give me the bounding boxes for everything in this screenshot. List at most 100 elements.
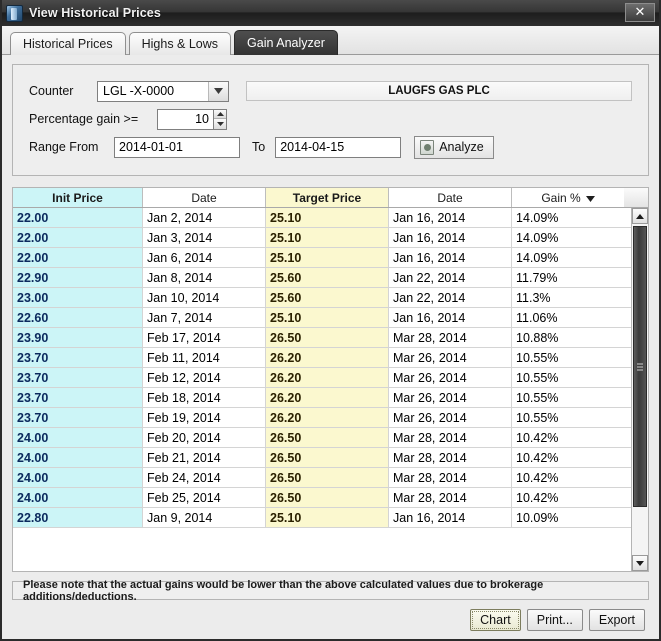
table-row[interactable]: 22.60 Jan 7, 2014 25.10 Jan 16, 2014 11.06% [13, 308, 631, 328]
table-row[interactable]: 22.80 Jan 9, 2014 25.10 Jan 16, 2014 10.09% [13, 508, 631, 528]
range-from-input[interactable]: 2014-01-01 [114, 136, 240, 158]
column-target-date[interactable]: Date [389, 188, 512, 207]
table-row[interactable]: 23.00 Jan 10, 2014 25.60 Jan 22, 2014 11.3% [13, 288, 631, 308]
tab-historical-prices[interactable]: Historical Prices [10, 32, 126, 55]
print-button-label: Print... [536, 613, 573, 627]
column-gain-percent-cell: 11.06% [512, 308, 624, 327]
chart-button[interactable]: Chart [470, 609, 521, 631]
stepper-buttons [213, 108, 227, 130]
column-init-date-cell: Jan 9, 2014 [143, 508, 266, 527]
column-init-price-cell: 22.00 [13, 228, 143, 247]
tab-gain-analyzer[interactable]: Gain Analyzer [234, 30, 338, 55]
column-target-date-cell: Mar 28, 2014 [389, 488, 512, 507]
column-init-date[interactable]: Date [143, 188, 266, 207]
column-init-date-cell: Jan 7, 2014 [143, 308, 266, 327]
table-row[interactable]: 22.00 Jan 6, 2014 25.10 Jan 16, 2014 14.09% [13, 248, 631, 268]
column-target-date-cell: Mar 28, 2014 [389, 468, 512, 487]
column-target-price-cell: 25.10 [266, 308, 389, 327]
table-row[interactable]: 23.70 Feb 11, 2014 26.20 Mar 26, 2014 10.55% [13, 348, 631, 368]
criteria-group: Counter LGL -X-0000 LAUGFS GAS PLC Perce… [12, 64, 649, 176]
footer-button-bar: Chart Print... Export [12, 609, 649, 631]
table-row[interactable]: 23.70 Feb 19, 2014 26.20 Mar 26, 2014 10.55% [13, 408, 631, 428]
column-gain-percent-cell: 10.09% [512, 508, 624, 527]
column-init-date-cell: Feb 20, 2014 [143, 428, 266, 447]
column-init-price-cell: 24.00 [13, 448, 143, 467]
table-rows[interactable]: 22.00 Jan 2, 2014 25.10 Jan 16, 2014 14.09% 2… [13, 208, 631, 571]
counter-selected-value: LGL -X-0000 [103, 84, 175, 98]
date-range-row: Range From 2014-01-01 To 2014-04-15 Anal… [29, 133, 632, 161]
column-init-price-cell: 23.70 [13, 368, 143, 387]
table-row[interactable]: 23.70 Feb 18, 2014 26.20 Mar 26, 2014 10.55% [13, 388, 631, 408]
scrollbar-track[interactable] [632, 224, 648, 555]
close-icon[interactable]: ✕ [625, 3, 655, 22]
table-row[interactable]: 22.00 Jan 2, 2014 25.10 Jan 16, 2014 14.09% [13, 208, 631, 228]
counter-select[interactable]: LGL -X-0000 [97, 80, 229, 102]
print-button[interactable]: Print... [526, 609, 583, 631]
export-button[interactable]: Export [588, 609, 645, 631]
range-to-input[interactable]: 2014-04-15 [275, 136, 402, 158]
column-gain-percent-cell: 10.42% [512, 428, 624, 447]
caret-up-icon[interactable] [214, 109, 226, 119]
tab-label: Highs & Lows [141, 37, 219, 51]
percentage-gain-input[interactable]: 10 [157, 108, 213, 130]
tab-label: Historical Prices [23, 37, 113, 51]
column-init-date-cell: Feb 21, 2014 [143, 448, 266, 467]
table-header-row: Init Price Date Target Price Date Gain % [13, 188, 648, 208]
table-row[interactable]: 24.00 Feb 24, 2014 26.50 Mar 28, 2014 10.42% [13, 468, 631, 488]
column-target-price-cell: 26.50 [266, 488, 389, 507]
column-init-price-cell: 23.70 [13, 388, 143, 407]
scrollbar-thumb[interactable] [633, 226, 647, 508]
column-gain-percent-cell: 10.55% [512, 348, 624, 367]
column-init-date-cell: Feb 24, 2014 [143, 468, 266, 487]
column-target-price[interactable]: Target Price [266, 188, 389, 207]
column-gain-percent-cell: 14.09% [512, 228, 624, 247]
column-gain-percent-cell: 10.55% [512, 408, 624, 427]
column-target-date-cell: Jan 16, 2014 [389, 308, 512, 327]
column-target-date-cell: Jan 16, 2014 [389, 228, 512, 247]
table-row[interactable]: 24.00 Feb 25, 2014 26.50 Mar 28, 2014 10.42% [13, 488, 631, 508]
caret-down-icon[interactable] [214, 119, 226, 129]
title-bar[interactable]: View Historical Prices ✕ [2, 0, 659, 26]
chevron-down-icon[interactable] [208, 81, 228, 101]
column-target-price-cell: 26.20 [266, 388, 389, 407]
column-target-price-cell: 25.60 [266, 288, 389, 307]
company-name-display: LAUGFS GAS PLC [246, 81, 632, 101]
counter-label: Counter [29, 84, 74, 98]
table-row[interactable]: 23.70 Feb 12, 2014 26.20 Mar 26, 2014 10.55% [13, 368, 631, 388]
column-target-price-cell: 26.50 [266, 328, 389, 347]
column-gain-percent[interactable]: Gain % [512, 188, 624, 207]
column-target-price-cell: 25.60 [266, 268, 389, 287]
column-target-date-cell: Mar 26, 2014 [389, 408, 512, 427]
column-gain-percent-cell: 11.79% [512, 268, 624, 287]
column-target-date-cell: Mar 26, 2014 [389, 388, 512, 407]
column-target-date-cell: Jan 22, 2014 [389, 288, 512, 307]
column-target-date-cell: Mar 28, 2014 [389, 448, 512, 467]
column-init-price[interactable]: Init Price [13, 188, 143, 207]
column-header-label: Target Price [292, 190, 362, 205]
column-init-price-cell: 22.90 [13, 268, 143, 287]
table-row[interactable]: 22.00 Jan 3, 2014 25.10 Jan 16, 2014 14.09% [13, 228, 631, 248]
table-row[interactable]: 23.90 Feb 17, 2014 26.50 Mar 28, 2014 10.88% [13, 328, 631, 348]
document-icon [420, 139, 435, 155]
column-init-date-cell: Feb 12, 2014 [143, 368, 266, 387]
percentage-gain-stepper[interactable]: 10 [157, 108, 227, 130]
table-vertical-scrollbar[interactable] [631, 208, 648, 571]
column-target-date-cell: Jan 16, 2014 [389, 208, 512, 227]
scroll-up-caret-up-icon[interactable] [632, 208, 648, 224]
analyze-button[interactable]: Analyze [414, 135, 494, 159]
percentage-gain-label: Percentage gain >= [29, 112, 139, 126]
table-row[interactable]: 24.00 Feb 20, 2014 26.50 Mar 28, 2014 10.42% [13, 428, 631, 448]
column-target-price-cell: 26.50 [266, 448, 389, 467]
column-target-date-cell: Jan 22, 2014 [389, 268, 512, 287]
range-from-label: Range From [29, 140, 99, 154]
column-init-price-cell: 23.90 [13, 328, 143, 347]
column-init-date-cell: Feb 19, 2014 [143, 408, 266, 427]
document-stack-icon [6, 4, 23, 22]
tab-highs-and-lows[interactable]: Highs & Lows [128, 32, 232, 55]
column-gain-percent-cell: 11.3% [512, 288, 624, 307]
table-row[interactable]: 22.90 Jan 8, 2014 25.60 Jan 22, 2014 11.79% [13, 268, 631, 288]
scroll-down-caret-down-icon[interactable] [632, 555, 648, 571]
column-init-price-cell: 23.70 [13, 408, 143, 427]
column-init-price-cell: 23.00 [13, 288, 143, 307]
table-row[interactable]: 24.00 Feb 21, 2014 26.50 Mar 28, 2014 10.42% [13, 448, 631, 468]
